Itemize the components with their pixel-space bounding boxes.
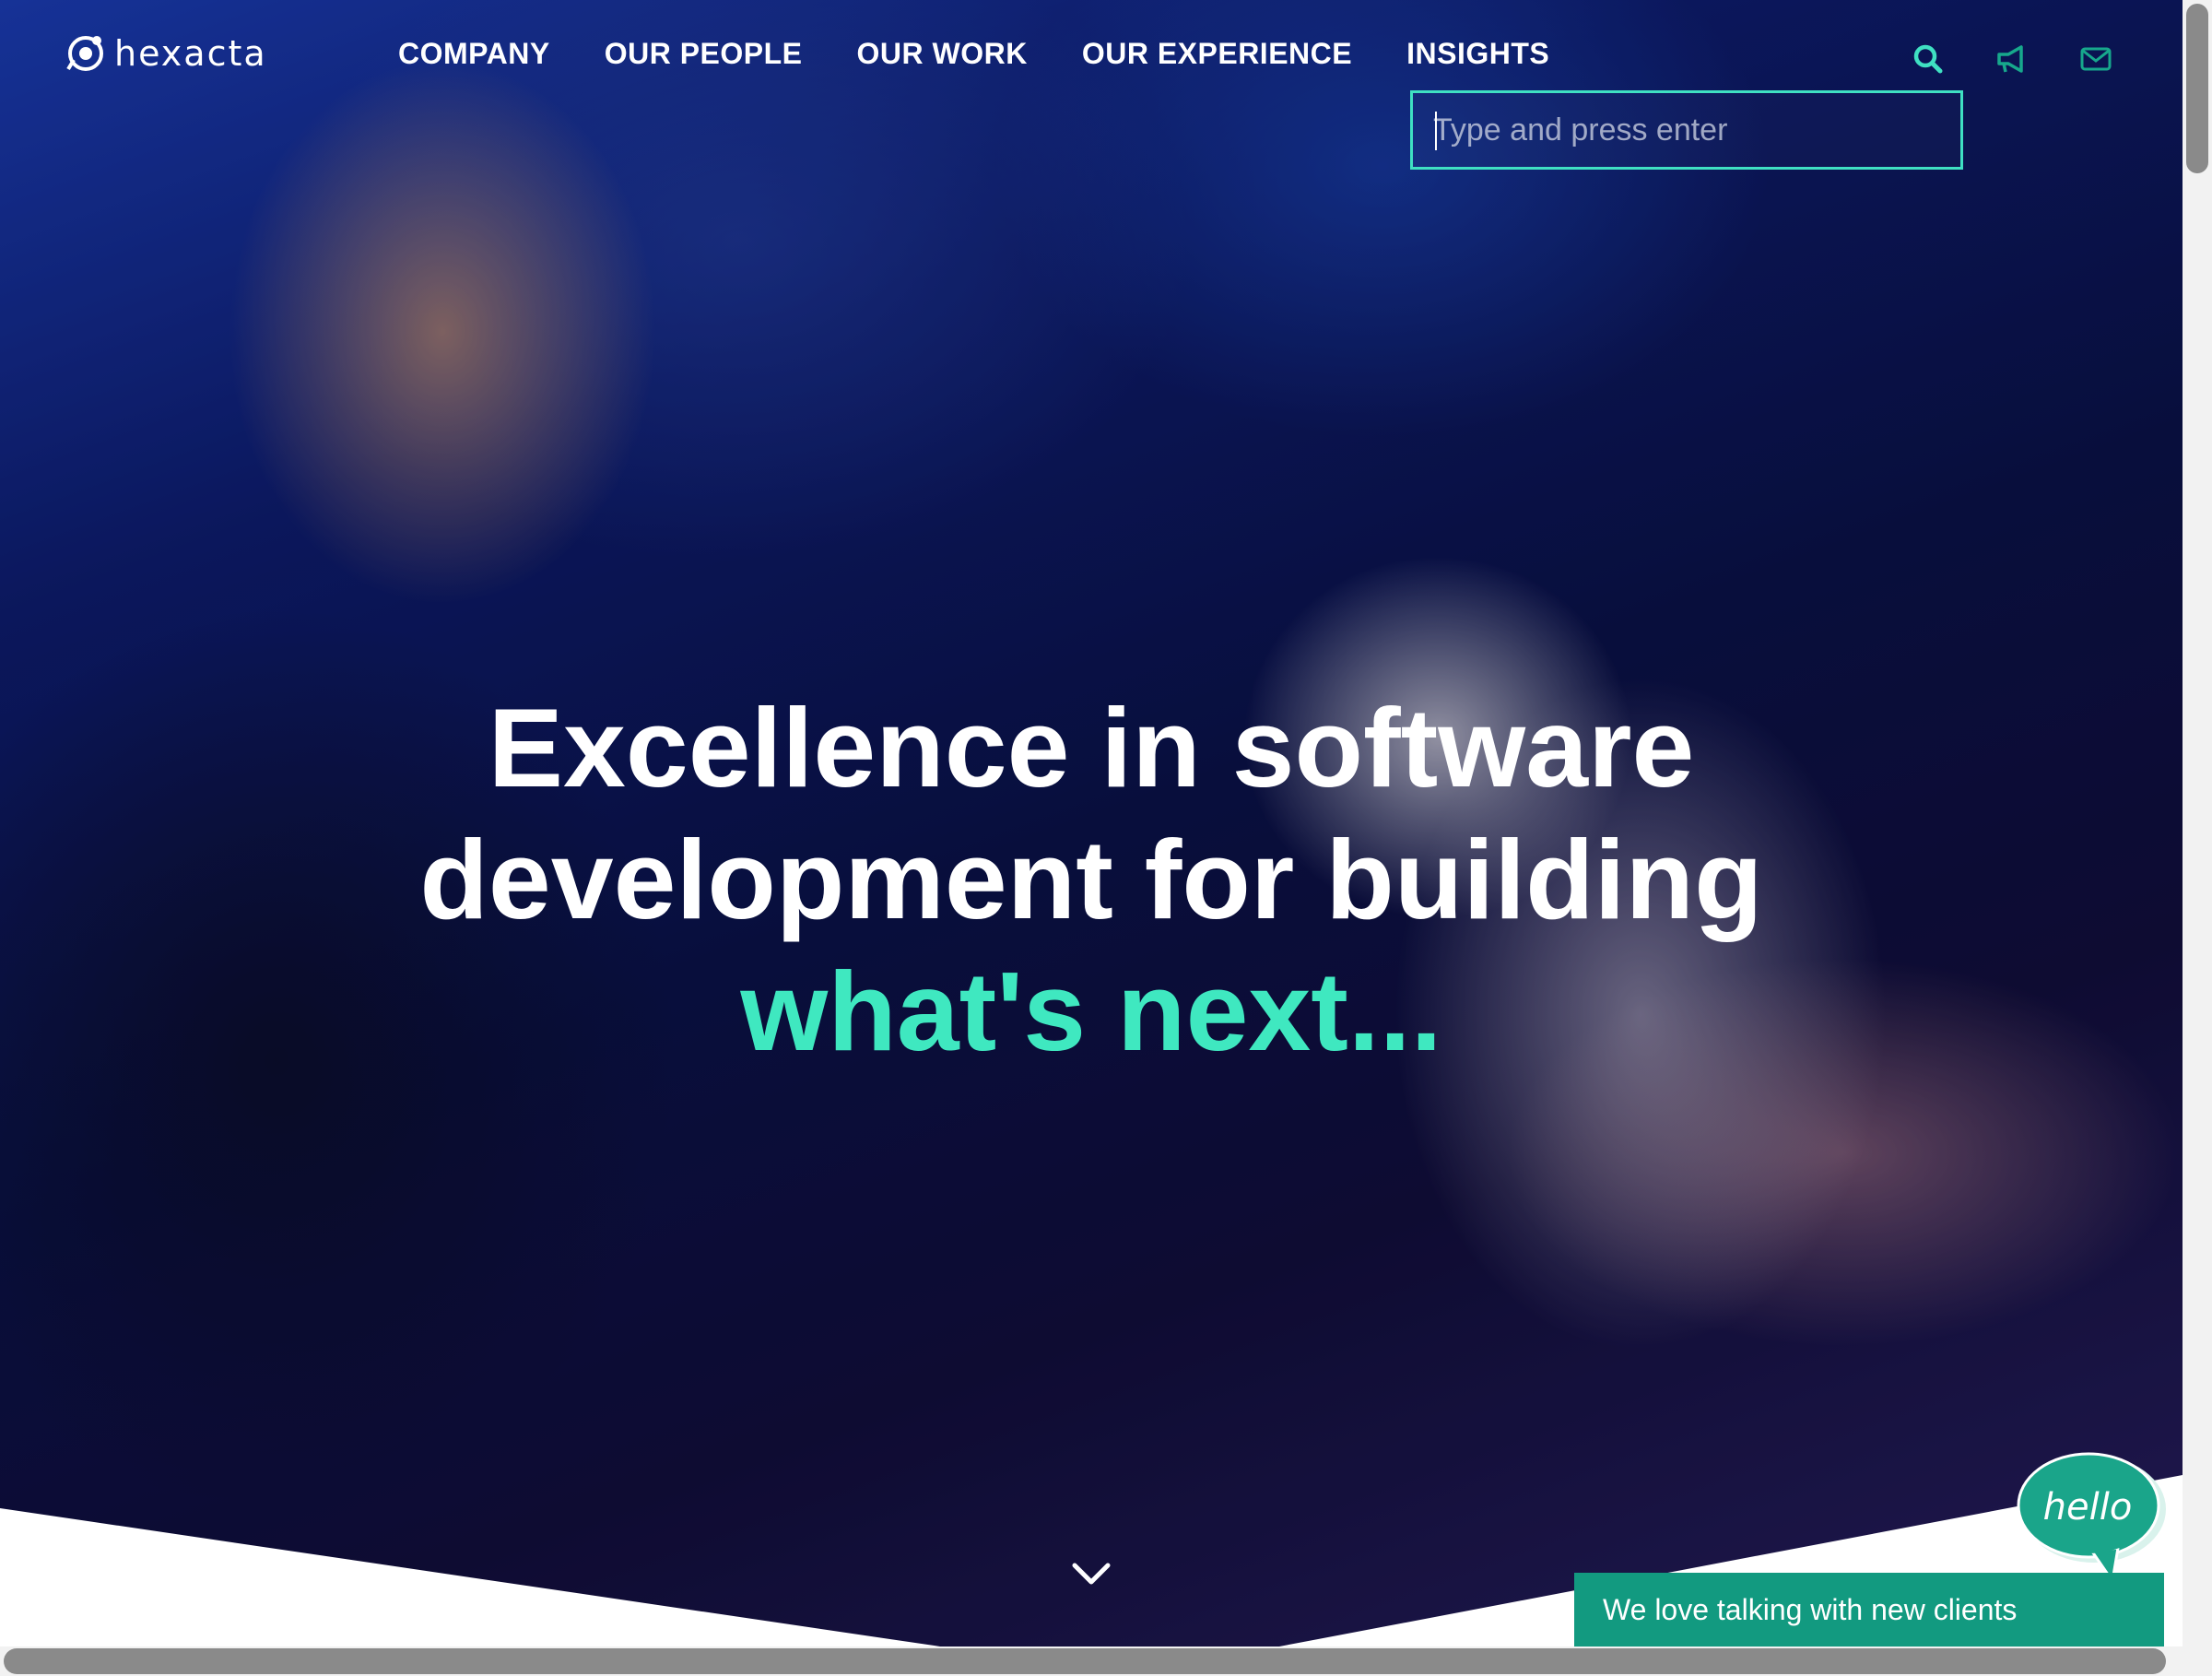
search-box xyxy=(1410,90,1963,170)
nav-item-our-work[interactable]: OUR WORK xyxy=(857,37,1028,71)
megaphone-icon xyxy=(1997,45,2023,73)
hero-headline-line-2: development for building xyxy=(419,817,1763,942)
hero-headline: Excellence in software development for b… xyxy=(0,682,2183,1078)
hero-headline-line-1: Excellence in software xyxy=(488,685,1695,810)
nav-item-company[interactable]: COMPANY xyxy=(398,37,550,71)
page-viewport: hexacta COMPANY OUR PEOPLE OUR WORK OUR … xyxy=(0,0,2183,1676)
chevron-down-icon[interactable] xyxy=(1069,1556,1113,1589)
horizontal-scrollbar-thumb[interactable] xyxy=(4,1648,2166,1674)
chat-open-bar[interactable]: We love talking with new clients xyxy=(1574,1573,2164,1646)
vertical-scrollbar-thumb[interactable] xyxy=(2186,4,2208,173)
nav-item-insights[interactable]: INSIGHTS xyxy=(1406,37,1549,71)
search-button[interactable] xyxy=(1910,41,1947,77)
search-input[interactable] xyxy=(1413,93,1960,167)
hexacta-logo-mark-icon xyxy=(66,36,103,71)
main-nav: COMPANY OUR PEOPLE OUR WORK OUR EXPERIEN… xyxy=(398,37,1604,71)
text-caret xyxy=(1435,112,1437,150)
logo-text: hexacta xyxy=(114,33,267,74)
nav-item-our-people[interactable]: OUR PEOPLE xyxy=(605,37,803,71)
envelope-icon xyxy=(2080,47,2112,71)
nav-item-our-experience[interactable]: OUR EXPERIENCE xyxy=(1082,37,1352,71)
horizontal-scrollbar[interactable] xyxy=(0,1646,2183,1676)
vertical-scrollbar[interactable] xyxy=(2183,0,2212,1676)
search-icon xyxy=(1913,44,1943,74)
contact-button[interactable] xyxy=(2077,41,2114,77)
announcements-button[interactable] xyxy=(1994,41,2030,77)
hero-headline-accent: what's next... xyxy=(740,949,1442,1074)
chat-bubble-text: hello xyxy=(2042,1486,2133,1528)
hexacta-logo[interactable]: hexacta xyxy=(65,26,267,81)
